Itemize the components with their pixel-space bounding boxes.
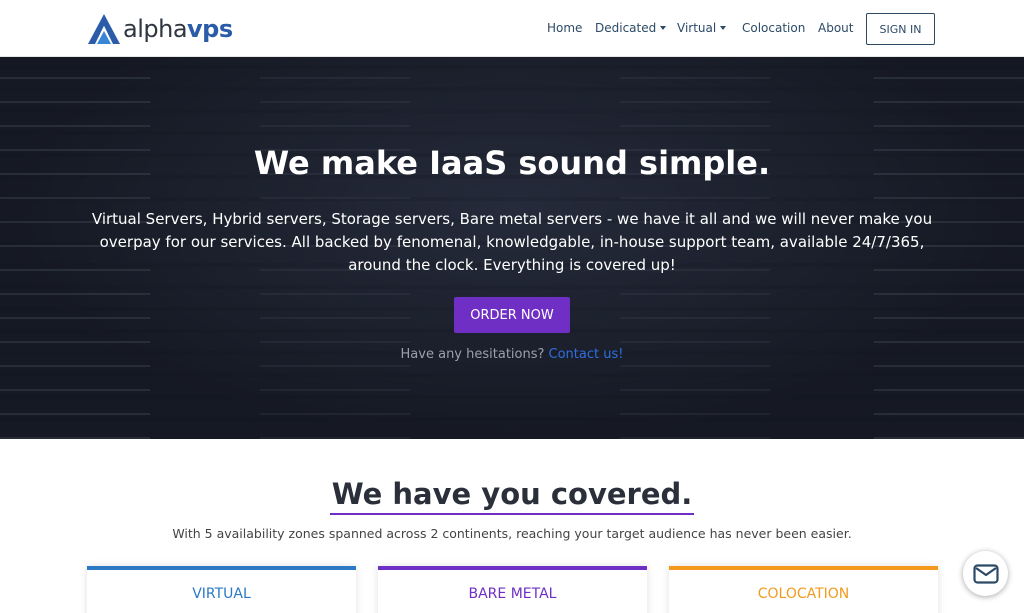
nav-dedicated-label: Dedicated [595, 21, 657, 35]
section-title-text: We have you covered. [329, 476, 695, 515]
hero-title: We make IaaS sound simple. [253, 144, 771, 182]
card-title: VIRTUAL [192, 586, 251, 602]
sign-in-button[interactable]: SIGN IN [866, 13, 935, 45]
order-now-button[interactable]: ORDER NOW [454, 297, 570, 333]
brand-name: alphavps [123, 15, 233, 43]
nav-about[interactable]: About [818, 21, 853, 35]
chevron-down-icon [660, 26, 667, 30]
mail-icon [972, 563, 999, 584]
card-colocation[interactable]: COLOCATION [669, 566, 938, 613]
nav-virtual[interactable]: Virtual [677, 21, 727, 35]
hesitation-text: Have any hesitations? [400, 347, 545, 362]
brand-logo[interactable]: alphavps [87, 12, 233, 46]
nav-dedicated[interactable]: Dedicated [595, 21, 667, 35]
card-title: COLOCATION [757, 586, 850, 602]
navbar: alphavps Home Dedicated Virtual Colocati… [0, 0, 1024, 57]
chat-mail-button[interactable] [963, 551, 1008, 596]
chevron-down-icon [720, 26, 727, 30]
contact-us-link[interactable]: Contact us! [549, 347, 624, 362]
nav-virtual-label: Virtual [677, 21, 717, 35]
hesitation-line: Have any hesitations? Contact us! [0, 347, 1024, 362]
card-title: BARE METAL [468, 586, 557, 602]
nav-colocation[interactable]: Colocation [742, 21, 805, 35]
section-subtitle: With 5 availability zones spanned across… [172, 526, 852, 541]
nav-home[interactable]: Home [547, 21, 582, 35]
card-virtual[interactable]: VIRTUAL [87, 566, 356, 613]
hero-description: Virtual Servers, Hybrid servers, Storage… [91, 210, 933, 274]
alphavps-logo-icon [88, 14, 120, 44]
hero-section: We make IaaS sound simple. Virtual Serve… [0, 57, 1024, 439]
section-title: We have you covered. [0, 476, 1024, 515]
card-bare-metal[interactable]: BARE METAL [378, 566, 647, 613]
